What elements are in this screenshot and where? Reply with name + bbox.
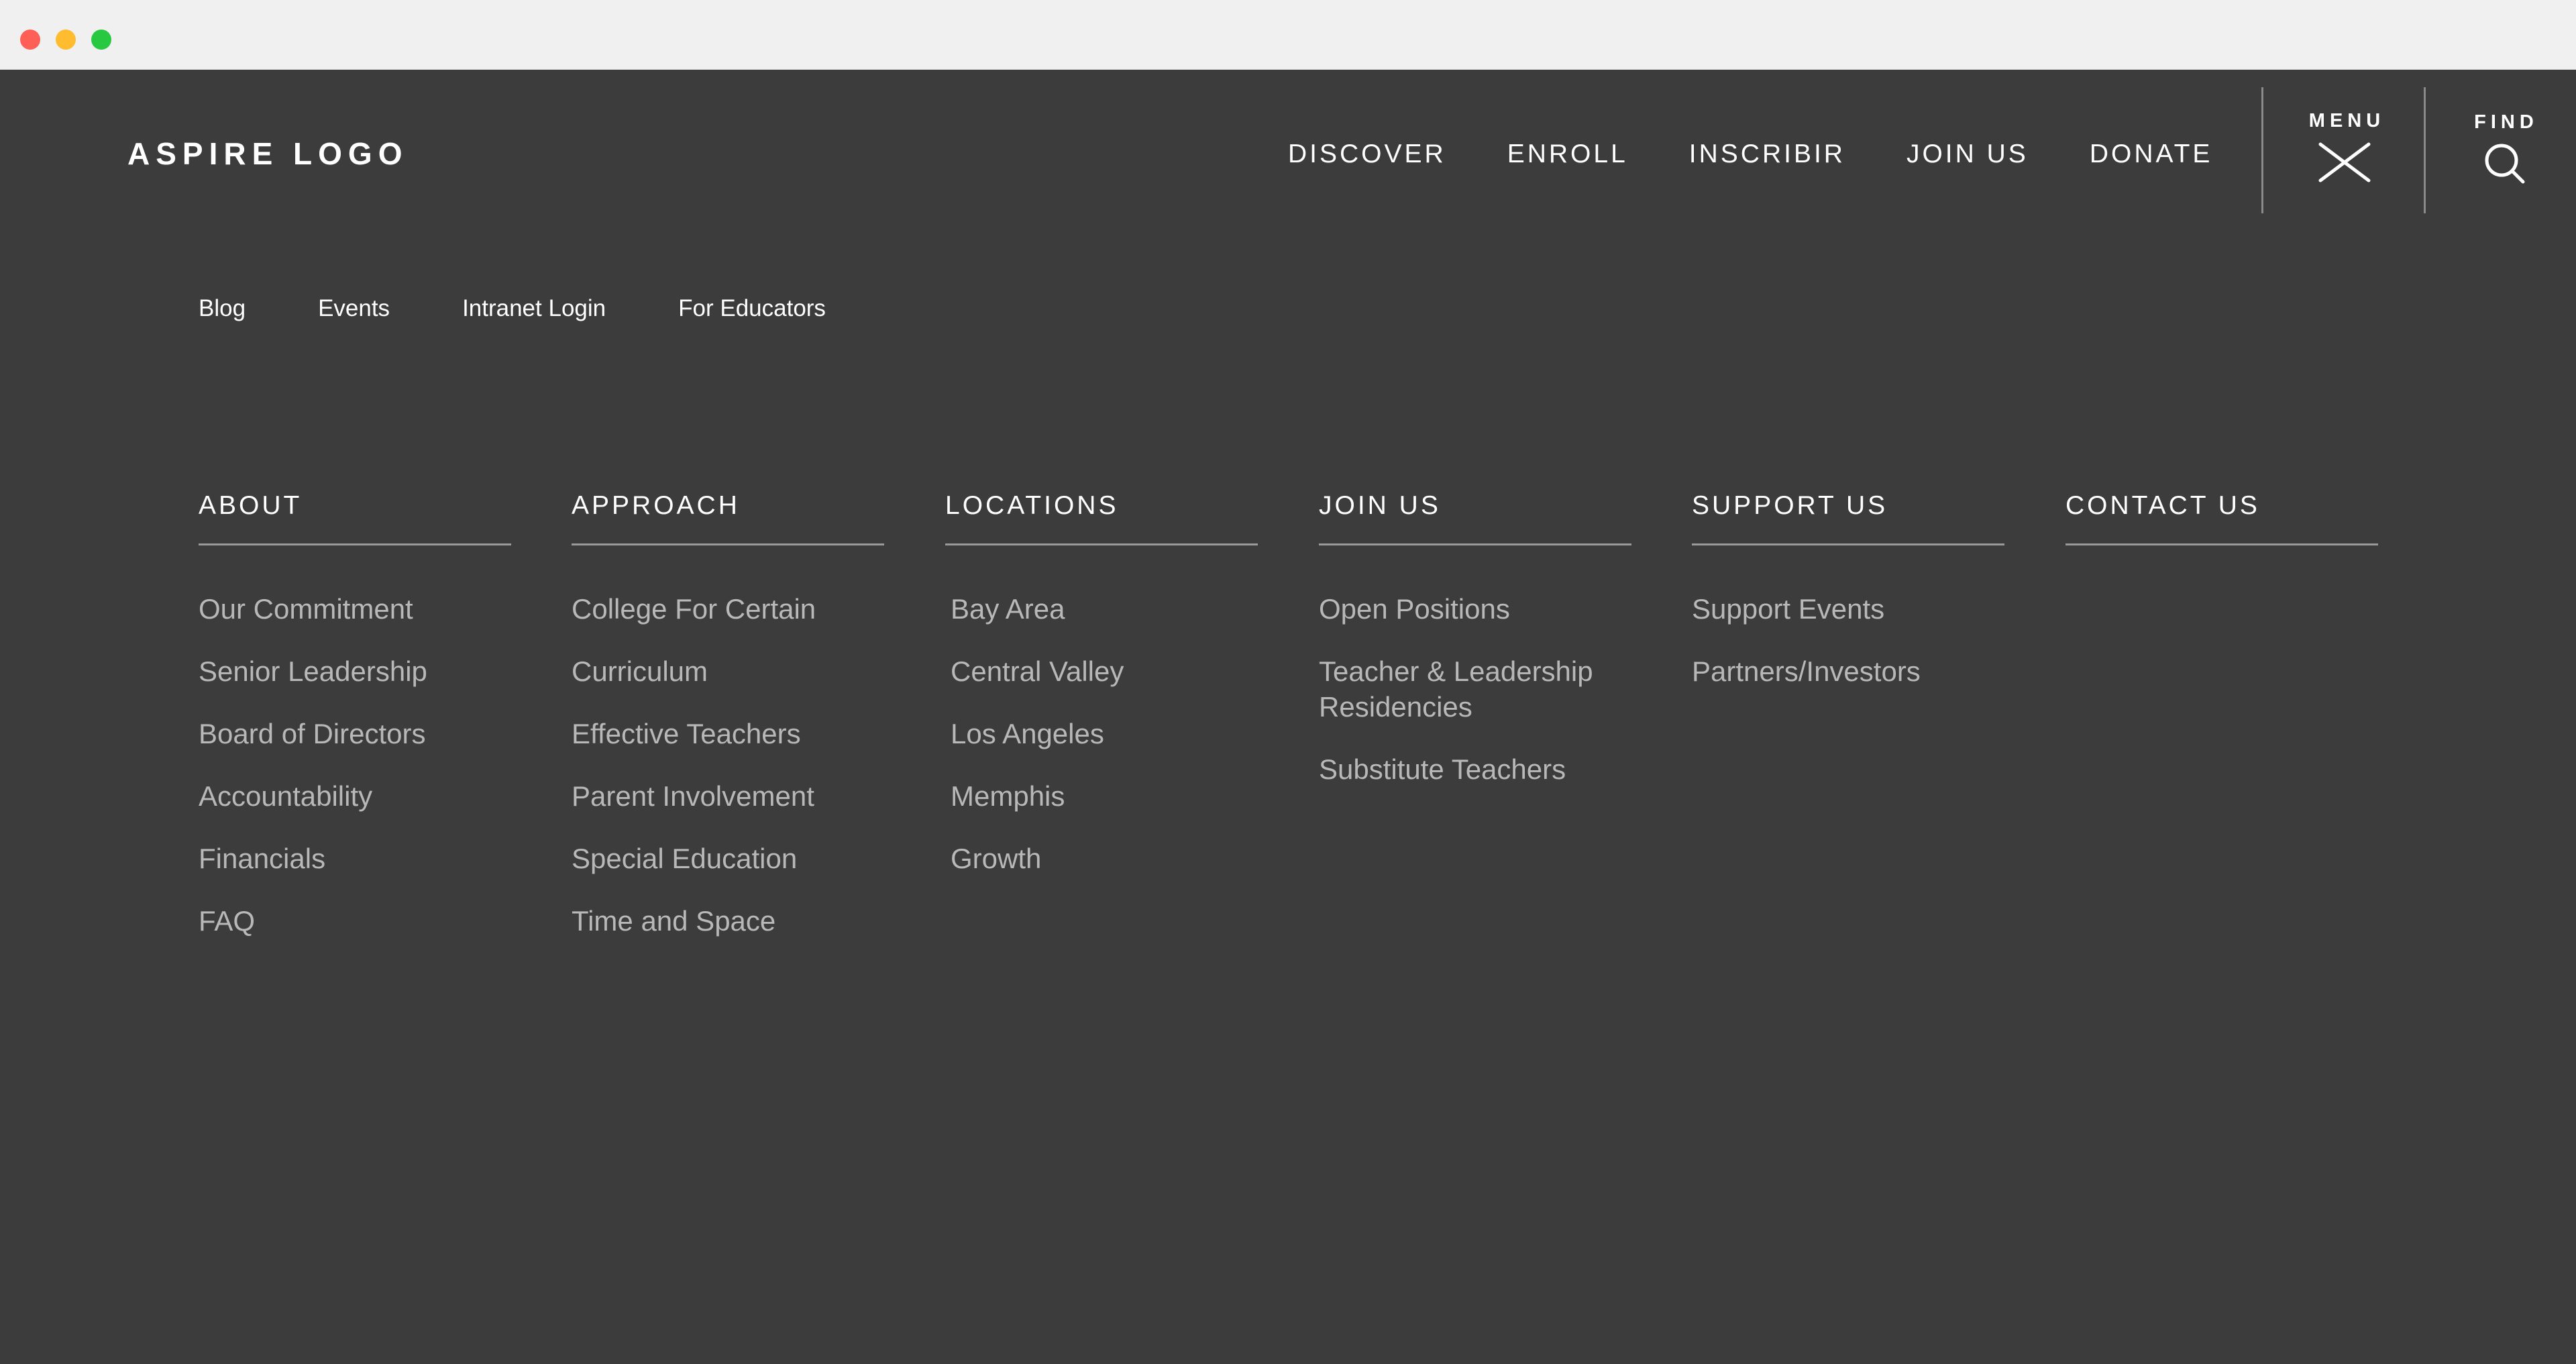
menu-link[interactable]: Time and Space bbox=[572, 903, 884, 939]
menu-link[interactable]: Support Events bbox=[1692, 591, 2004, 627]
column-heading[interactable]: APPROACH bbox=[572, 491, 884, 545]
menu-link[interactable]: Growth bbox=[951, 841, 1258, 876]
header-divider bbox=[2261, 87, 2263, 213]
column-links: Open Positions Teacher & Leadership Resi… bbox=[1319, 591, 1631, 787]
search-icon bbox=[2485, 144, 2524, 184]
menu-label: MENU bbox=[2308, 110, 2385, 132]
nav-inscribir[interactable]: INSCRIBIR bbox=[1689, 140, 1845, 169]
menu-link[interactable]: Teacher & Leadership Residencies bbox=[1319, 653, 1631, 725]
header-divider bbox=[2424, 87, 2426, 213]
menu-link[interactable]: Parent Involvement bbox=[572, 778, 884, 814]
menu-overlay: ASPIRE LOGO DISCOVER ENROLL INSCRIBIR JO… bbox=[0, 70, 2576, 1364]
menu-close-button[interactable]: MENU bbox=[2267, 110, 2422, 197]
window-minimize-button[interactable] bbox=[56, 30, 76, 50]
menu-link[interactable]: FAQ bbox=[199, 903, 511, 939]
menu-link[interactable]: Substitute Teachers bbox=[1319, 751, 1631, 787]
column-join-us: JOIN US Open Positions Teacher & Leaders… bbox=[1319, 491, 1631, 814]
primary-nav: DISCOVER ENROLL INSCRIBIR JOIN US DONATE bbox=[1288, 140, 2212, 169]
column-links: College For Certain Curriculum Effective… bbox=[572, 591, 884, 939]
nav-join-us[interactable]: JOIN US bbox=[1907, 140, 2029, 169]
column-locations: LOCATIONS Bay Area Central Valley Los An… bbox=[945, 491, 1258, 903]
menu-link[interactable]: Partners/Investors bbox=[1692, 653, 2004, 689]
close-icon bbox=[2318, 142, 2371, 182]
find-label: FIND bbox=[2474, 111, 2538, 133]
column-about: ABOUT Our Commitment Senior Leadership B… bbox=[199, 491, 511, 965]
window-title-bar bbox=[0, 0, 2576, 70]
column-heading[interactable]: ABOUT bbox=[199, 491, 511, 545]
window-close-button[interactable] bbox=[20, 30, 40, 50]
menu-link[interactable]: Board of Directors bbox=[199, 716, 511, 751]
util-for-educators[interactable]: For Educators bbox=[678, 295, 826, 322]
menu-link[interactable]: Bay Area bbox=[951, 591, 1258, 627]
menu-link[interactable]: College For Certain bbox=[572, 591, 884, 627]
menu-link[interactable]: Los Angeles bbox=[951, 716, 1258, 751]
site-logo[interactable]: ASPIRE LOGO bbox=[127, 136, 408, 172]
menu-link[interactable]: Effective Teachers bbox=[572, 716, 884, 751]
nav-donate[interactable]: DONATE bbox=[2090, 140, 2213, 169]
nav-enroll[interactable]: ENROLL bbox=[1507, 140, 1628, 169]
menu-link[interactable]: Special Education bbox=[572, 841, 884, 876]
menu-link[interactable]: Open Positions bbox=[1319, 591, 1631, 627]
column-links: Our Commitment Senior Leadership Board o… bbox=[199, 591, 511, 939]
column-heading[interactable]: LOCATIONS bbox=[945, 491, 1258, 545]
column-links: Support Events Partners/Investors bbox=[1692, 591, 2004, 689]
column-links: Bay Area Central Valley Los Angeles Memp… bbox=[945, 591, 1258, 876]
nav-discover[interactable]: DISCOVER bbox=[1288, 140, 1446, 169]
menu-link[interactable]: Financials bbox=[199, 841, 511, 876]
utility-nav: Blog Events Intranet Login For Educators bbox=[199, 295, 826, 322]
menu-link[interactable]: Memphis bbox=[951, 778, 1258, 814]
menu-link[interactable]: Accountability bbox=[199, 778, 511, 814]
util-events[interactable]: Events bbox=[318, 295, 390, 322]
column-approach: APPROACH College For Certain Curriculum … bbox=[572, 491, 884, 965]
menu-link[interactable]: Curriculum bbox=[572, 653, 884, 689]
column-heading[interactable]: CONTACT US bbox=[2065, 491, 2378, 545]
column-heading[interactable]: JOIN US bbox=[1319, 491, 1631, 545]
window-zoom-button[interactable] bbox=[91, 30, 111, 50]
column-contact-us: CONTACT US bbox=[2065, 491, 2378, 545]
find-button[interactable]: FIND bbox=[2432, 111, 2576, 199]
util-blog[interactable]: Blog bbox=[199, 295, 246, 322]
menu-link[interactable]: Senior Leadership bbox=[199, 653, 511, 689]
menu-link[interactable]: Central Valley bbox=[951, 653, 1258, 689]
util-intranet-login[interactable]: Intranet Login bbox=[462, 295, 606, 322]
menu-link[interactable]: Our Commitment bbox=[199, 591, 511, 627]
column-heading[interactable]: SUPPORT US bbox=[1692, 491, 2004, 545]
column-support-us: SUPPORT US Support Events Partners/Inves… bbox=[1692, 491, 2004, 716]
